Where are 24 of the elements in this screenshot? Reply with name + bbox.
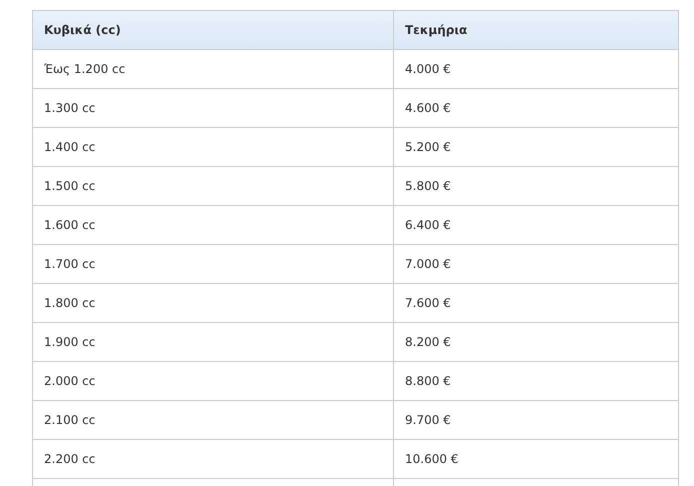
table-cell-text: 8.800 €	[404, 373, 452, 390]
table-cell: 1.600 cc	[33, 206, 394, 244]
table-cell-text: 9.700 €	[404, 412, 452, 429]
table-cell-text: 4.600 €	[404, 100, 452, 117]
table-cell: 1.400 cc	[33, 128, 394, 166]
table-cell: 1.700 cc	[33, 245, 394, 283]
table-cell-text: 6.400 €	[404, 217, 452, 234]
table-cell-text: 5.200 €	[404, 139, 452, 156]
table-cell: 1.500 cc	[33, 167, 394, 205]
table-cell: 1.300 cc	[33, 89, 394, 127]
table-cell: 2.000 cc	[33, 362, 394, 400]
table-cell-text: 10.600 €	[404, 451, 460, 468]
table-cell-text: 8.200 €	[404, 334, 452, 351]
table-cell: 1.900 cc	[33, 323, 394, 361]
table-cell-text: 5.800 €	[404, 178, 452, 195]
column-header: Κυβικά (cc)	[33, 11, 394, 49]
table-cell-text: 7.600 €	[404, 295, 452, 312]
table-cell-text: 4.000 €	[404, 61, 452, 78]
table-cell: Έως 1.200 cc	[33, 50, 394, 88]
table-cell: 2.200 cc	[33, 440, 394, 478]
column-header: Τεκμήρια	[404, 22, 468, 39]
table-cell: 1.800 cc	[33, 284, 394, 322]
table-cell: 2.100 cc	[33, 401, 394, 439]
table-cell-text: 7.000 €	[404, 256, 452, 273]
